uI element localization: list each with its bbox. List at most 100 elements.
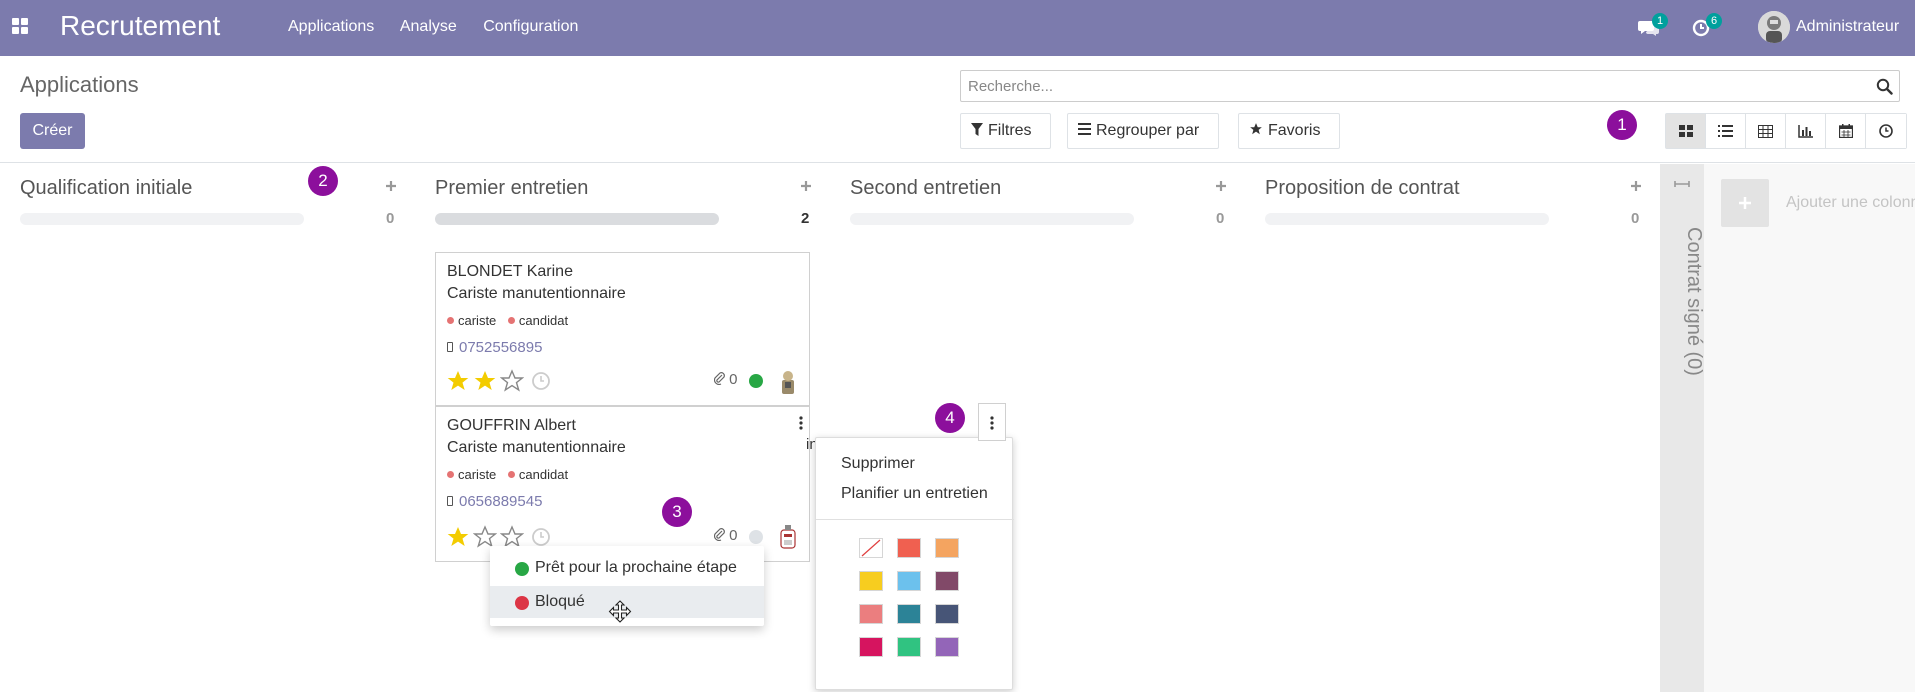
column-count: 0 — [386, 210, 395, 227]
folded-column-title: Contrat signé (0) — [1683, 227, 1705, 376]
activity-icon[interactable]: 6 — [1692, 13, 1722, 38]
column-progress-bar — [850, 213, 1134, 225]
kanban-state-dot[interactable] — [749, 530, 763, 544]
red-dot-icon — [515, 596, 529, 610]
calendar-view-button[interactable] — [1826, 114, 1866, 148]
list-view-button[interactable] — [1706, 114, 1746, 148]
tag-list: cariste candidat — [447, 467, 576, 482]
top-navbar: Recrutement Applications Analyse Configu… — [0, 0, 1915, 56]
color-swatch[interactable] — [935, 571, 959, 591]
color-swatch[interactable] — [897, 637, 921, 657]
green-dot-icon — [515, 562, 529, 576]
color-swatch[interactable] — [897, 604, 921, 624]
add-card-icon[interactable] — [1628, 176, 1644, 196]
control-panel: Applications Créer Filtres Regrouper par… — [0, 56, 1915, 163]
filter-icon — [971, 122, 983, 136]
user-avatar — [782, 371, 794, 394]
star-filled-icon[interactable] — [446, 369, 470, 393]
tag: cariste — [447, 313, 496, 328]
filters-button[interactable]: Filtres — [960, 113, 1051, 149]
card-menu-toggle[interactable] — [978, 403, 1006, 441]
step-marker-1: 1 — [1607, 110, 1637, 140]
applicant-name: GOUFFRIN Albert — [447, 417, 576, 434]
color-swatch[interactable] — [859, 637, 883, 657]
phone[interactable]: 0752556895 — [447, 339, 542, 356]
column-title[interactable]: Proposition de contrat — [1265, 177, 1460, 200]
tag: cariste — [447, 467, 496, 482]
kanban-card[interactable]: GOUFFRIN Albert Cariste manutentionnaire… — [435, 406, 810, 562]
activity-clock-icon[interactable] — [531, 371, 551, 391]
color-swatch[interactable] — [935, 637, 959, 657]
apps-menu-icon[interactable] — [12, 18, 28, 34]
card-dropdown-menu: Supprimer Planifier un entretien — [815, 437, 1014, 690]
favorites-button[interactable]: Favoris — [1238, 113, 1340, 149]
kanban-column: Qualification initiale 0 — [0, 164, 396, 692]
add-card-icon[interactable] — [383, 176, 399, 196]
kanban-state-dot[interactable] — [749, 374, 763, 388]
star-filled-icon[interactable] — [473, 369, 497, 393]
kanban-icon — [1678, 125, 1693, 137]
main-menu: Applications Analyse Configuration — [288, 18, 600, 36]
attachment-count[interactable]: 0 — [713, 527, 738, 544]
user-avatar — [780, 525, 796, 549]
menu-applications[interactable]: Applications — [288, 18, 374, 35]
kanban-card[interactable]: BLONDET Karine Cariste manutentionnaire … — [435, 252, 810, 406]
app-title[interactable]: Recrutement — [60, 10, 220, 42]
unfold-arrows-icon — [1674, 181, 1690, 187]
column-title[interactable]: Premier entretien — [435, 177, 588, 200]
phone[interactable]: 0656889545 — [447, 493, 542, 510]
add-column-button[interactable] — [1721, 179, 1769, 227]
user-avatar[interactable] — [1758, 11, 1790, 43]
folded-column[interactable]: Contrat signé (0) — [1660, 164, 1705, 692]
group-by-label: Regrouper par — [1096, 122, 1200, 139]
create-button[interactable]: Créer — [20, 113, 85, 149]
color-swatch[interactable] — [897, 538, 921, 558]
state-ready-option[interactable]: Prêt pour la prochaine étape — [490, 552, 764, 584]
star-icon — [1250, 123, 1262, 135]
activity-clock-icon[interactable] — [531, 527, 551, 547]
add-column-label[interactable]: Ajouter une colonne — [1786, 194, 1915, 212]
step-marker-2: 2 — [308, 166, 338, 196]
messaging-icon[interactable]: 1 — [1638, 13, 1668, 38]
breadcrumb: Applications — [20, 72, 139, 97]
column-count: 0 — [1631, 210, 1640, 227]
add-card-icon[interactable] — [798, 176, 814, 196]
column-count: 2 — [801, 210, 810, 227]
color-swatch[interactable] — [935, 604, 959, 624]
add-column-area: Ajouter une colonne — [1704, 164, 1915, 692]
menu-analyse[interactable]: Analyse — [400, 18, 457, 35]
delete-menu-item[interactable]: Supprimer — [841, 455, 915, 473]
activity-view-button[interactable] — [1866, 114, 1906, 148]
schedule-interview-menu-item[interactable]: Planifier un entretien — [841, 485, 988, 503]
card-menu-dots-icon[interactable] — [798, 415, 804, 431]
color-swatch[interactable] — [897, 571, 921, 591]
graph-view-button[interactable] — [1786, 114, 1826, 148]
mobile-phone-icon — [447, 495, 453, 506]
column-count: 0 — [1216, 210, 1225, 227]
step-marker-4: 4 — [935, 403, 965, 433]
search-icon[interactable] — [1876, 78, 1893, 95]
menu-configuration[interactable]: Configuration — [483, 18, 578, 35]
column-progress-bar — [20, 213, 304, 225]
menu-divider — [816, 519, 1014, 520]
priority-stars — [446, 369, 551, 393]
search-input[interactable] — [961, 71, 1861, 101]
group-by-button[interactable]: Regrouper par — [1067, 113, 1219, 149]
add-card-icon[interactable] — [1213, 176, 1229, 196]
table-view-button[interactable] — [1746, 114, 1786, 148]
column-title[interactable]: Qualification initiale — [20, 177, 192, 200]
color-swatch[interactable] — [859, 604, 883, 624]
color-swatch[interactable] — [859, 571, 883, 591]
plus-icon — [1739, 197, 1751, 209]
attachment-count[interactable]: 0 — [713, 371, 738, 388]
color-swatch[interactable] — [935, 538, 959, 558]
star-empty-icon[interactable] — [500, 369, 524, 393]
star-filled-icon[interactable] — [446, 525, 470, 549]
column-title[interactable]: Second entretien — [850, 177, 1001, 200]
calendar-icon — [1838, 124, 1853, 138]
activity-badge: 6 — [1706, 13, 1722, 29]
kanban-view-button[interactable] — [1666, 114, 1706, 148]
color-swatch[interactable] — [859, 538, 883, 558]
user-name[interactable]: Administrateur — [1796, 18, 1899, 36]
column-progress-bar — [1265, 213, 1549, 225]
